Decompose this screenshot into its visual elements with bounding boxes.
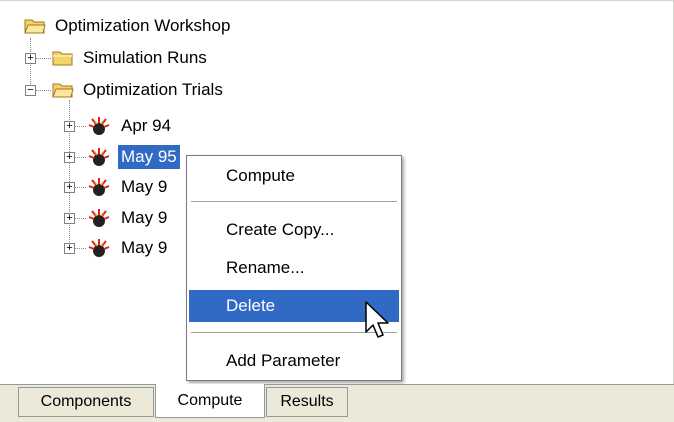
menu-item-compute[interactable]: Compute bbox=[189, 160, 399, 192]
menu-separator bbox=[191, 201, 397, 203]
tree-connector bbox=[74, 218, 86, 219]
tree-connector bbox=[35, 90, 51, 91]
panel-border-top bbox=[0, 0, 674, 1]
tree-node-label: May 9 bbox=[121, 177, 168, 196]
tab-compute[interactable]: Compute bbox=[155, 384, 265, 418]
tree-node-label: May 9 bbox=[121, 208, 168, 227]
menu-item-rename[interactable]: Rename... bbox=[189, 252, 399, 284]
expand-plus-icon[interactable]: + bbox=[64, 243, 75, 254]
folder-open-icon bbox=[52, 83, 74, 98]
optimization-trial-icon bbox=[88, 178, 110, 196]
tree-node-trial[interactable]: May 9 bbox=[86, 174, 170, 200]
collapse-minus-icon[interactable]: − bbox=[25, 85, 36, 96]
menu-item-add-parameter[interactable]: Add Parameter bbox=[189, 345, 399, 377]
menu-item-create-copy[interactable]: Create Copy... bbox=[189, 214, 399, 246]
tree-connector bbox=[74, 248, 86, 249]
tree-connector bbox=[74, 157, 86, 158]
tree-node-label: Optimization Trials bbox=[83, 80, 223, 99]
optimization-trial-icon bbox=[88, 209, 110, 227]
tree-node-trial[interactable]: May 9 bbox=[86, 235, 170, 261]
tree-node-simulation-runs[interactable]: Simulation Runs bbox=[52, 45, 210, 71]
tree-node-optimization-trials[interactable]: Optimization Trials bbox=[52, 77, 226, 103]
optimization-trial-icon bbox=[88, 148, 110, 166]
tree-node-label: Apr 94 bbox=[121, 116, 172, 135]
bottom-tab-bar: Components Compute Results bbox=[0, 384, 674, 422]
expand-plus-icon[interactable]: + bbox=[64, 152, 75, 163]
tree-node-root[interactable]: Optimization Workshop bbox=[24, 13, 233, 39]
tree-node-label: May 9 bbox=[121, 238, 168, 257]
optimization-trial-icon bbox=[88, 117, 110, 135]
tab-components[interactable]: Components bbox=[18, 387, 154, 417]
tree-connector bbox=[35, 58, 51, 59]
folder-icon bbox=[52, 51, 73, 66]
tree-node-label: Simulation Runs bbox=[83, 48, 207, 67]
expand-plus-icon[interactable]: + bbox=[64, 182, 75, 193]
tree-node-label: May 95 bbox=[118, 145, 180, 169]
tree-node-trial[interactable]: Apr 94 bbox=[86, 113, 174, 139]
tree-node-label: Optimization Workshop bbox=[55, 16, 231, 35]
expand-plus-icon[interactable]: + bbox=[64, 121, 75, 132]
mouse-pointer-icon bbox=[365, 301, 389, 338]
tree-node-trial[interactable]: May 9 bbox=[86, 205, 170, 231]
optimization-trial-icon bbox=[88, 239, 110, 257]
expand-plus-icon[interactable]: + bbox=[64, 213, 75, 224]
context-menu: Compute Create Copy... Rename... Delete … bbox=[186, 155, 402, 381]
folder-open-icon bbox=[24, 19, 46, 34]
tree-connector bbox=[74, 126, 86, 127]
tree-connector bbox=[74, 187, 86, 188]
tab-results[interactable]: Results bbox=[266, 387, 348, 417]
expand-plus-icon[interactable]: + bbox=[25, 53, 36, 64]
tree-node-trial-selected[interactable]: May 95 bbox=[86, 144, 180, 170]
